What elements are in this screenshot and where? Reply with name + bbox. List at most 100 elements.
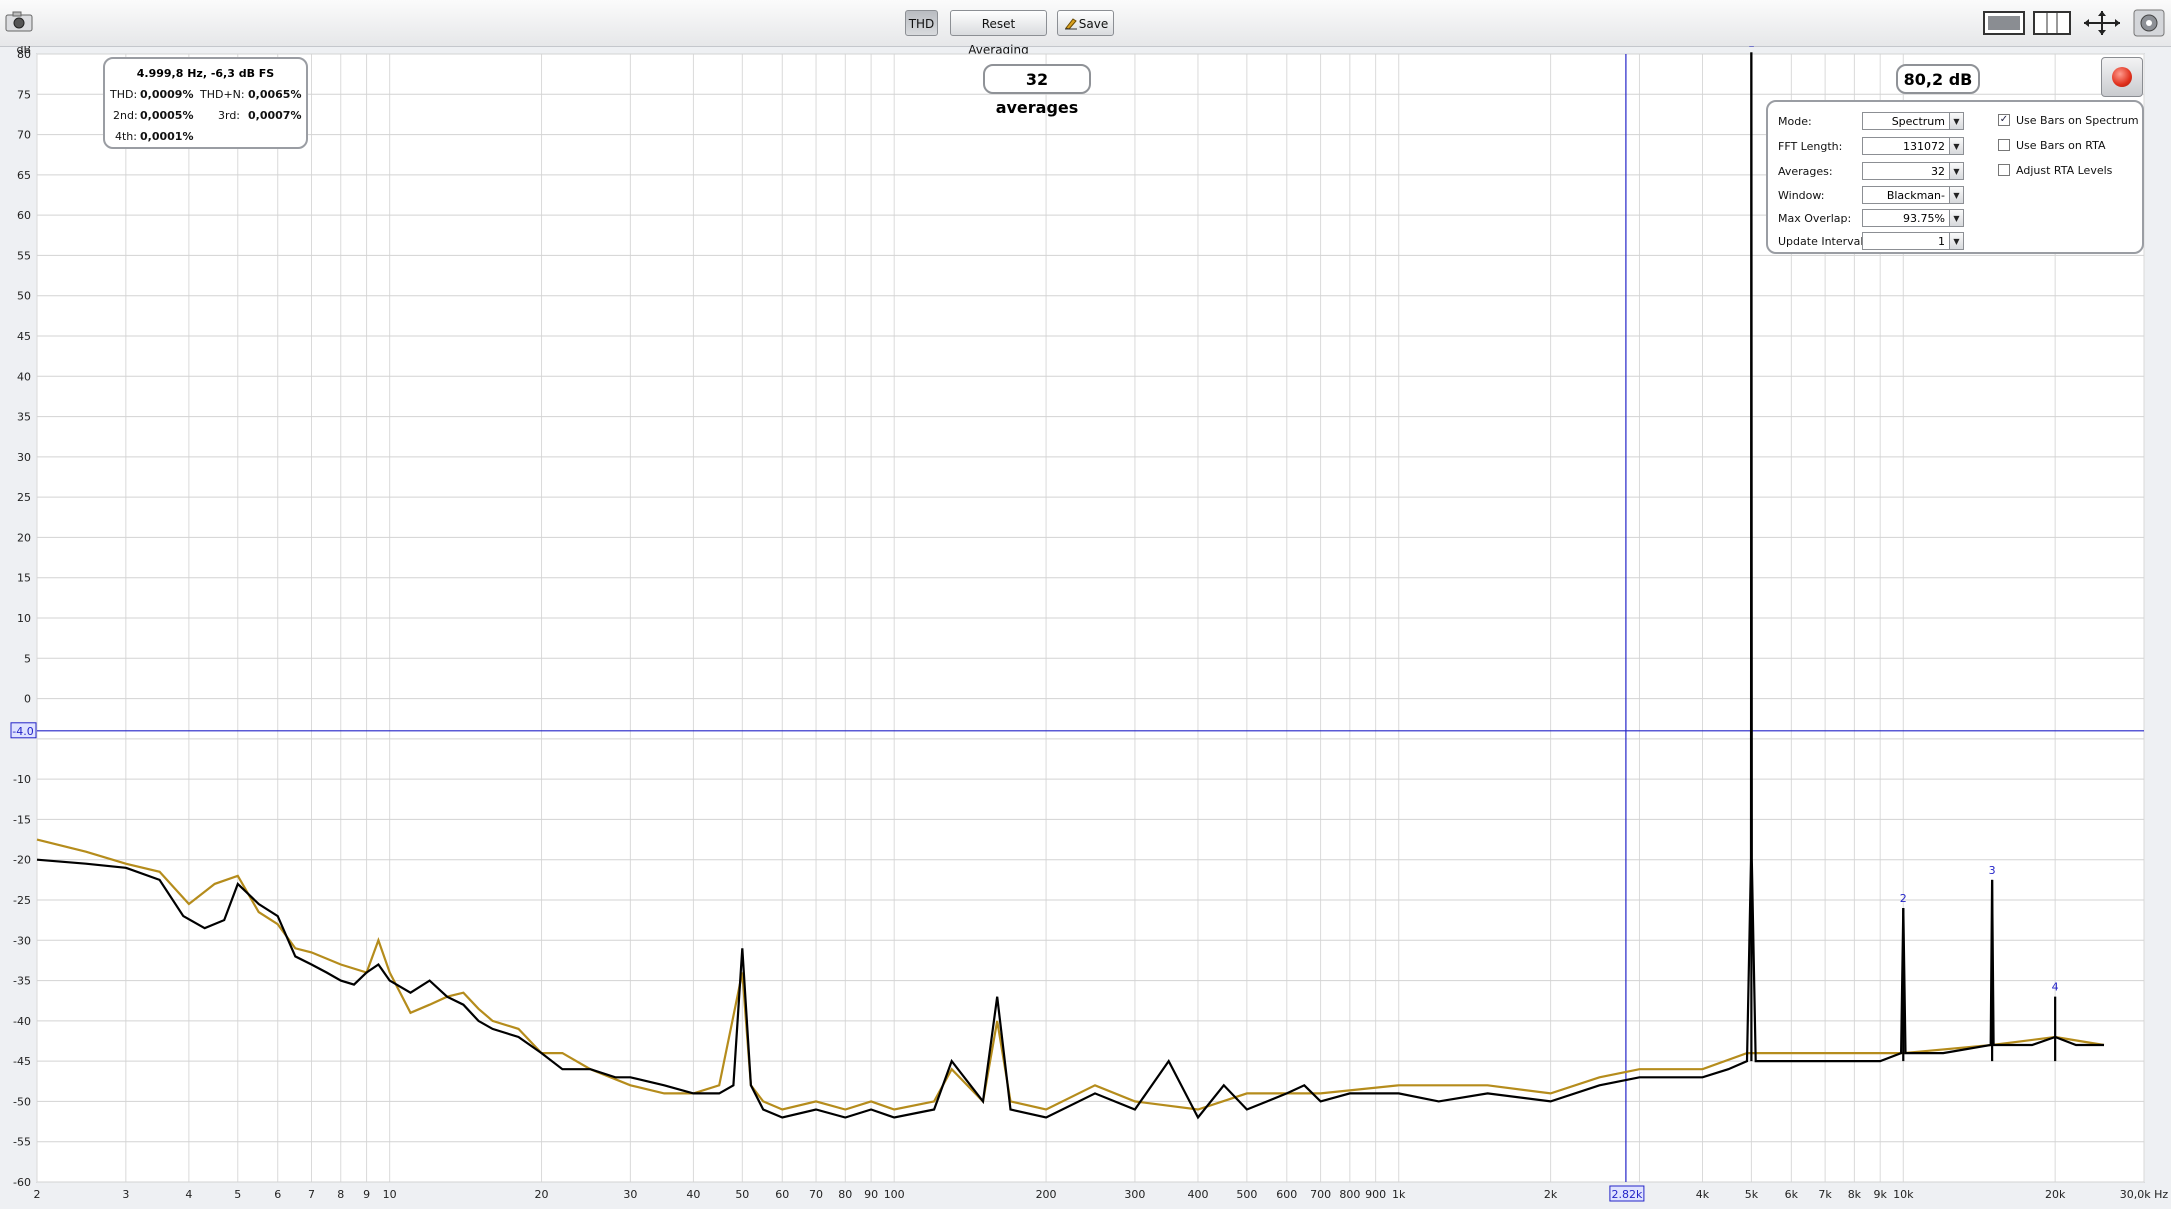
h2-label: 2nd: (113, 109, 138, 122)
mode-label: Mode: (1778, 115, 1812, 128)
thd-overlay: 4.999,8 Hz, -6,3 dB FS THD: 0,0009% THD+… (103, 57, 308, 149)
y-tick-label: -30 (13, 934, 31, 947)
window-select[interactable]: Blackman-Harris 4 (1862, 186, 1950, 220)
x-tick-label: 800 (1339, 1188, 1360, 1201)
h3-label: 3rd: (218, 109, 241, 122)
window-dropdown-icon[interactable]: ▼ (1950, 186, 1964, 204)
thd-overlay-title: 4.999,8 Hz, -6,3 dB FS (136, 67, 275, 80)
y-tick-label: 45 (17, 330, 31, 343)
h3-value: 0,0007% (248, 109, 302, 122)
y-tick-label: 15 (17, 572, 31, 585)
max-overlap-select[interactable]: 93.75% (1862, 209, 1950, 227)
reset-averaging-button[interactable]: Reset Averaging (950, 10, 1047, 57)
x-tick-label: 10k (1893, 1188, 1914, 1201)
y-tick-label: -10 (13, 773, 31, 786)
max-overlap-label: Max Overlap: (1778, 212, 1852, 225)
y-tick-label: -20 (13, 854, 31, 867)
fft-length-label: FFT Length: (1778, 140, 1843, 153)
y-tick-label: -40 (13, 1015, 31, 1028)
adjust-rta-levels-checkbox[interactable] (1998, 164, 2010, 176)
x-tick-label: 60 (775, 1188, 789, 1201)
mode-dropdown-icon[interactable]: ▼ (1950, 112, 1964, 130)
x-tick-label: 6k (1785, 1188, 1799, 1201)
y-tick-label: -60 (13, 1176, 31, 1189)
max-overlap-dropdown-icon[interactable]: ▼ (1950, 209, 1964, 227)
y-tick-label: 40 (17, 370, 31, 383)
y-tick-label: 35 (17, 411, 31, 424)
x-tick-label: 200 (1036, 1188, 1057, 1201)
record-button[interactable] (2101, 57, 2143, 97)
harmonic-marker-label: 2 (1900, 892, 1907, 905)
gear-icon[interactable] (2132, 8, 2166, 38)
x-tick-label: 50 (735, 1188, 749, 1201)
fft-length-dropdown-icon[interactable]: ▼ (1950, 137, 1964, 155)
y-tick-label: 65 (17, 169, 31, 182)
x-tick-label: 500 (1236, 1188, 1257, 1201)
x-tick-label: 6 (274, 1188, 281, 1201)
x-tick-label: 900 (1365, 1188, 1386, 1201)
x-tick-label: 9k (1873, 1188, 1887, 1201)
use-bars-spectrum-checkbox[interactable]: ✓ (1998, 114, 2010, 126)
averages-badge: 32 averages (983, 64, 1091, 117)
cursor-x-readout: 2.82k (1611, 1188, 1642, 1201)
x-tick-label: 1k (1392, 1188, 1406, 1201)
x-tick-label: 7k (1818, 1188, 1832, 1201)
y-tick-label: -35 (13, 975, 31, 988)
adjust-rta-levels-label: Adjust RTA Levels (2016, 164, 2113, 177)
camera-icon[interactable] (4, 10, 34, 34)
mode-select[interactable]: Spectrum (1862, 112, 1950, 130)
x-tick-label: 90 (864, 1188, 878, 1201)
split-view-icon[interactable] (2031, 8, 2075, 38)
y-tick-label: 55 (17, 249, 31, 262)
update-interval-dropdown-icon[interactable]: ▼ (1950, 232, 1964, 250)
window-label: Window: (1778, 189, 1825, 202)
y-tick-label: 50 (17, 290, 31, 303)
x-tick-label: 2k (1544, 1188, 1558, 1201)
save-button[interactable]: Save (1057, 10, 1114, 36)
h2-value: 0,0005% (140, 109, 194, 122)
thdn-label: THD+N: (200, 88, 245, 101)
y-tick-label: 5 (24, 652, 31, 665)
fft-length-select[interactable]: 131072 (1862, 137, 1950, 155)
h4-value: 0,0001% (140, 130, 194, 143)
fit-axes-icon[interactable] (2080, 8, 2124, 38)
update-interval-select[interactable]: 1 (1862, 232, 1950, 250)
h4-label: 4th: (115, 130, 137, 143)
peak-level-badge: 80,2 dB (1896, 64, 1980, 94)
harmonic-marker-label: 1 (1748, 46, 1755, 49)
record-icon (2112, 67, 2132, 87)
y-tick-label: -50 (13, 1095, 31, 1108)
use-bars-rta-label: Use Bars on RTA (2016, 139, 2106, 152)
harmonic-marker-label: 4 (2052, 981, 2059, 994)
y-tick-label: 10 (17, 612, 31, 625)
graph-layout-icon[interactable] (1982, 8, 2026, 38)
y-tick-label: -55 (13, 1136, 31, 1149)
y-tick-label: 60 (17, 209, 31, 222)
x-tick-label: 20 (535, 1188, 549, 1201)
toolbar: THD Reset Averaging Save (0, 0, 2171, 57)
x-tick-label: 4k (1696, 1188, 1710, 1201)
averages-select[interactable]: 32 (1862, 162, 1950, 180)
x-tick-label: 7 (308, 1188, 315, 1201)
x-tick-label: 3 (122, 1188, 129, 1201)
y-tick-label: 30 (17, 451, 31, 464)
save-label: Save (1078, 17, 1109, 31)
x-tick-label: 400 (1187, 1188, 1208, 1201)
y-tick-label: 20 (17, 531, 31, 544)
thd-button[interactable]: THD (905, 10, 938, 36)
y-tick-label: -15 (13, 813, 31, 826)
update-interval-label: Update Interval: (1778, 235, 1868, 248)
x-tick-label: 600 (1276, 1188, 1297, 1201)
y-tick-label: 70 (17, 129, 31, 142)
x-tick-label: 2 (34, 1188, 41, 1201)
harmonic-marker-label: 3 (1989, 864, 1996, 877)
x-tick-label: 80 (838, 1188, 852, 1201)
x-tick-label: 30 (623, 1188, 637, 1201)
x-tick-label: 20k (2045, 1188, 2066, 1201)
cursor-y-readout: -4.0 (12, 725, 33, 738)
use-bars-rta-checkbox[interactable] (1998, 139, 2010, 151)
y-axis-unit: dB (16, 46, 31, 56)
averages-dropdown-icon[interactable]: ▼ (1950, 162, 1964, 180)
averages-label: Averages: (1778, 165, 1833, 178)
x-tick-label: 8k (1848, 1188, 1862, 1201)
